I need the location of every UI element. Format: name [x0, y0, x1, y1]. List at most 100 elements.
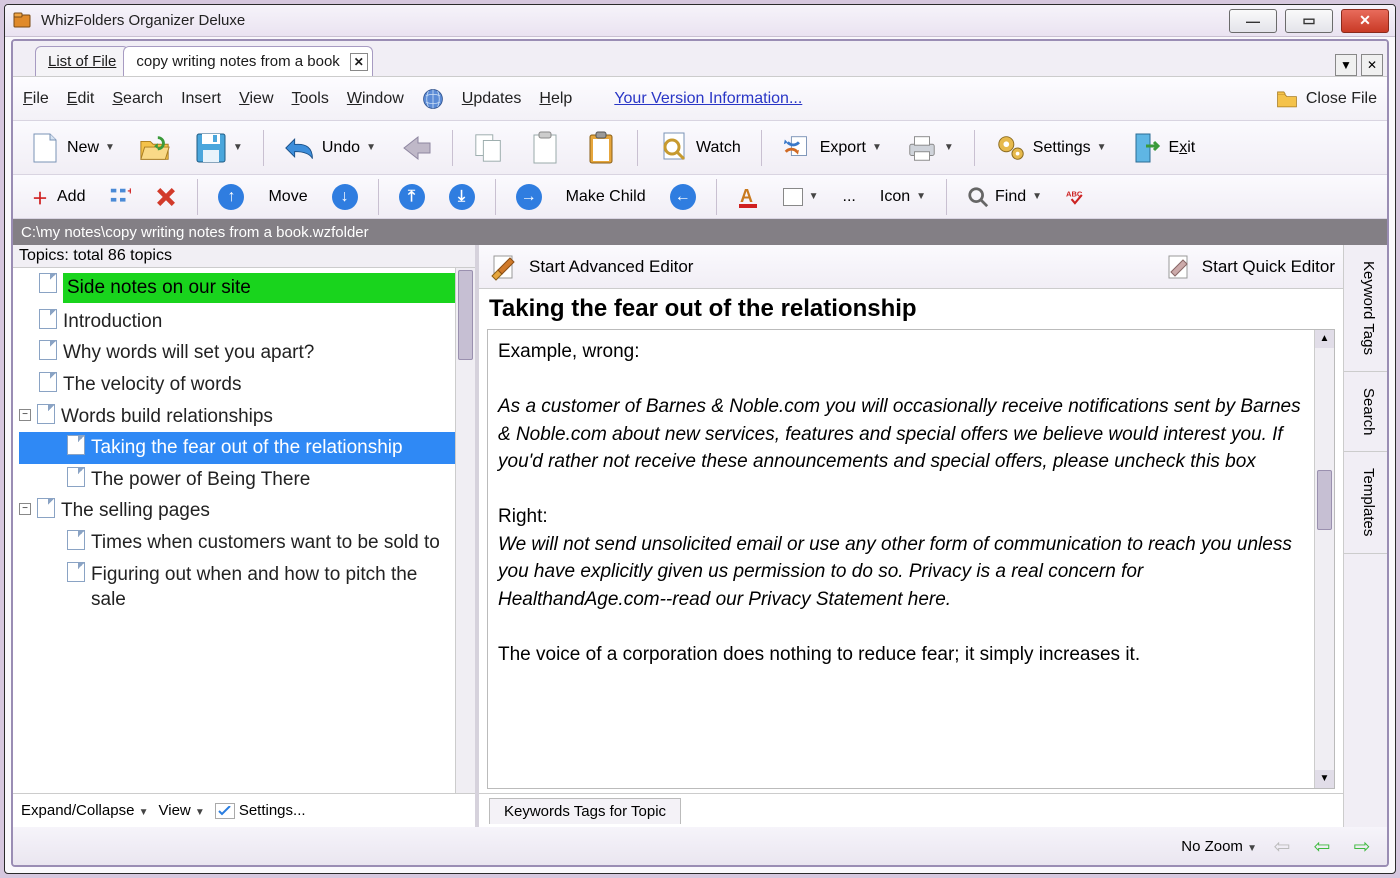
scroll-down-button[interactable]: ▼	[1315, 770, 1334, 788]
expand-collapse-button[interactable]: Expand/Collapse ▼	[21, 802, 149, 819]
print-button[interactable]: ▼	[898, 128, 962, 168]
window-close-button[interactable]: ✕	[1341, 9, 1389, 33]
topics-header: Topics: total 86 topics	[13, 245, 475, 268]
globe-icon	[422, 88, 444, 110]
find-button[interactable]: Find ▼	[959, 182, 1050, 212]
folder-icon	[1276, 88, 1298, 110]
move-down-button[interactable]: ↓	[324, 180, 366, 214]
move-up-button[interactable]: ↑	[210, 180, 252, 214]
folder-open-icon	[139, 132, 171, 164]
clipboard-icon	[585, 132, 617, 164]
zoom-dropdown[interactable]: No Zoom ▼	[1181, 838, 1257, 855]
spellcheck-button[interactable]: ABC	[1058, 182, 1096, 212]
document-tabs: List of File copy writing notes from a b…	[13, 41, 1387, 77]
menu-view[interactable]: View	[239, 90, 273, 108]
start-quick-editor-button[interactable]: Start Quick Editor	[1202, 257, 1335, 277]
floppy-disk-icon	[195, 132, 227, 164]
tab-list-of-files[interactable]: List of File	[35, 46, 129, 76]
minimize-button[interactable]: —	[1229, 9, 1277, 33]
keywords-tab-button[interactable]: Keywords Tags for Topic	[489, 798, 681, 824]
new-button[interactable]: New ▼	[21, 128, 123, 168]
note-body[interactable]: Example, wrong: As a customer of Barnes …	[487, 329, 1335, 789]
chevron-down-icon: ▼	[366, 142, 376, 153]
clipboard-button[interactable]	[577, 128, 625, 168]
menu-tools[interactable]: Tools	[292, 90, 329, 108]
copy-button[interactable]	[465, 128, 513, 168]
watch-button[interactable]: Watch	[650, 128, 749, 168]
exit-button[interactable]: Exit	[1123, 128, 1204, 168]
side-tab-search[interactable]: Search	[1344, 372, 1387, 453]
paste-button[interactable]	[521, 128, 569, 168]
nav-forward-button[interactable]: ⇨	[1347, 833, 1377, 859]
menu-updates[interactable]: Updates	[462, 90, 522, 108]
topic-words-build[interactable]: − Words build relationships	[19, 401, 475, 433]
note-scrollbar[interactable]: ▲ ▼	[1314, 330, 1334, 788]
more-button[interactable]: ...	[835, 184, 864, 210]
topic-side-notes[interactable]: Side notes on our site	[19, 270, 475, 306]
toolbar-main: New ▼ ▼ Undo ▼	[13, 121, 1387, 175]
start-advanced-editor-button[interactable]: Start Advanced Editor	[529, 257, 693, 277]
scrollbar-thumb[interactable]	[458, 270, 473, 360]
page-icon	[67, 435, 85, 455]
topic-introduction[interactable]: Introduction	[19, 306, 475, 338]
make-child-left-button[interactable]: ←	[662, 180, 704, 214]
topic-why-words[interactable]: Why words will set you apart?	[19, 337, 475, 369]
menu-window[interactable]: Window	[347, 90, 404, 108]
menu-file[interactable]: File	[23, 90, 49, 108]
delete-button[interactable]	[147, 182, 185, 212]
move-label: Move	[268, 188, 307, 206]
note-title: Taking the fear out of the relationship	[479, 289, 1343, 329]
save-button[interactable]: ▼	[187, 128, 251, 168]
undo-button[interactable]: Undo ▼	[276, 128, 384, 168]
tree-settings-button[interactable]: Settings...	[215, 802, 306, 819]
topics-tree[interactable]: Side notes on our site Introduction Why …	[13, 268, 475, 793]
version-info-link[interactable]: Your Version Information...	[614, 90, 802, 108]
chevron-down-icon: ▼	[1032, 191, 1042, 202]
collapse-toggle[interactable]: −	[19, 503, 31, 515]
menu-search[interactable]: Search	[112, 90, 163, 108]
collapse-toggle[interactable]: −	[19, 409, 31, 421]
menu-help[interactable]: Help	[539, 90, 572, 108]
close-file-button[interactable]: Close File	[1276, 88, 1377, 110]
tab-close-button[interactable]: ✕	[350, 53, 368, 71]
topic-power-being[interactable]: The power of Being There	[19, 464, 475, 496]
menu-edit[interactable]: Edit	[67, 90, 95, 108]
back-button[interactable]	[392, 128, 440, 168]
topic-times-customers[interactable]: Times when customers want to be sold to	[19, 527, 475, 559]
scrollbar-thumb[interactable]	[1317, 470, 1332, 530]
make-child-button[interactable]: Make Child	[558, 184, 654, 210]
topic-velocity[interactable]: The velocity of words	[19, 369, 475, 401]
to-top-button[interactable]: ⤒	[391, 180, 433, 214]
side-tab-templates[interactable]: Templates	[1344, 452, 1387, 553]
bg-color-button[interactable]: ▼	[775, 184, 827, 210]
open-button[interactable]	[131, 128, 179, 168]
topic-selling-pages[interactable]: − The selling pages	[19, 495, 475, 527]
nav-back-disabled-button[interactable]: ⇦	[1267, 833, 1297, 859]
settings-label: Settings	[1033, 139, 1091, 157]
outline-add-button[interactable]: +	[101, 182, 139, 212]
icon-picker-button[interactable]: Icon ▼	[872, 184, 934, 210]
page-icon	[37, 404, 55, 424]
export-button[interactable]: Export ▼	[774, 128, 890, 168]
topic-figuring-out[interactable]: Figuring out when and how to pitch the s…	[19, 559, 475, 616]
tab-close-all-button[interactable]: ✕	[1361, 54, 1383, 76]
scroll-up-button[interactable]: ▲	[1315, 330, 1334, 348]
nav-back-button[interactable]: ⇦	[1307, 833, 1337, 859]
svg-text:+: +	[128, 186, 132, 197]
to-bottom-button[interactable]: ⤓	[441, 180, 483, 214]
settings-button[interactable]: Settings ▼	[987, 128, 1115, 168]
door-exit-icon	[1131, 132, 1163, 164]
maximize-button[interactable]: ▭	[1285, 9, 1333, 33]
copy-icon	[473, 132, 505, 164]
menu-insert[interactable]: Insert	[181, 90, 221, 108]
tree-view-button[interactable]: View ▼	[159, 802, 205, 819]
side-tab-keyword-tags[interactable]: Keyword Tags	[1344, 245, 1387, 372]
tab-dropdown-button[interactable]: ▼	[1335, 54, 1357, 76]
make-child-right-button[interactable]: →	[508, 180, 550, 214]
font-color-button[interactable]: A	[729, 182, 767, 212]
tree-scrollbar[interactable]	[455, 268, 475, 793]
tab-copy-writing-notes[interactable]: copy writing notes from a book ✕	[123, 46, 372, 76]
move-button[interactable]: Move	[260, 184, 315, 210]
add-button[interactable]: ＋ Add	[21, 182, 93, 212]
topic-taking-fear[interactable]: Taking the fear out of the relationship	[19, 432, 475, 464]
